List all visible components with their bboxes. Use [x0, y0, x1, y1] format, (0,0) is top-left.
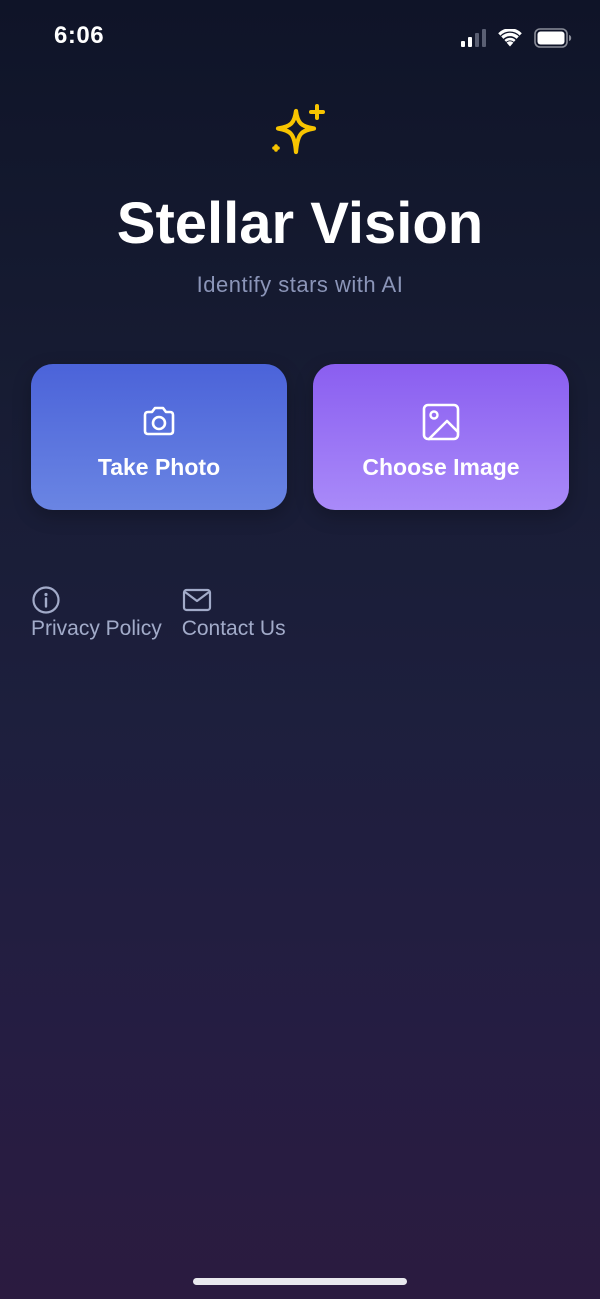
mail-icon: [182, 588, 211, 612]
image-icon: [422, 403, 460, 440]
cellular-signal-icon: [461, 29, 486, 47]
choose-image-button[interactable]: Choose Image: [313, 364, 569, 510]
sparkles-icon: [268, 102, 332, 166]
privacy-policy-label: Privacy Policy: [31, 617, 162, 640]
info-icon: [32, 586, 60, 614]
take-photo-button[interactable]: Take Photo: [31, 364, 287, 510]
privacy-policy-link[interactable]: Privacy Policy: [31, 585, 162, 641]
battery-icon: [534, 28, 572, 48]
home-indicator: [193, 1278, 407, 1285]
app-title: Stellar Vision: [116, 191, 484, 256]
status-bar: 6:06: [0, 0, 600, 80]
choose-image-label: Choose Image: [362, 453, 520, 480]
footer-links: Privacy Policy Contact Us: [31, 585, 286, 641]
camera-icon: [143, 406, 175, 435]
contact-us-label: Contact Us: [181, 617, 286, 640]
app-screen: 6:06 Stellar Vision Identify stars with …: [0, 0, 600, 1299]
status-time: 6:06: [54, 22, 105, 49]
app-subtitle: Identify stars with AI: [196, 272, 404, 297]
contact-us-link[interactable]: Contact Us: [182, 585, 286, 641]
status-icons: [461, 26, 572, 50]
take-photo-label: Take Photo: [97, 453, 221, 480]
wifi-icon: [498, 29, 522, 47]
